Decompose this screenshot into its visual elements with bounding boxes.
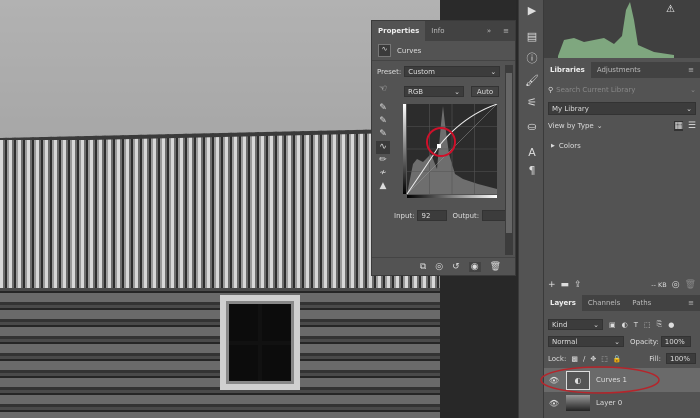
library-size: -- KB: [651, 281, 667, 289]
smart-object-filter-icon[interactable]: ⎘: [657, 320, 663, 329]
output-label: Output:: [452, 211, 480, 220]
histogram-chart: [558, 2, 674, 58]
filter-kind-select[interactable]: Kind ⌄: [548, 319, 603, 330]
grid-view-icon[interactable]: ▦: [674, 121, 683, 131]
tab-properties[interactable]: Properties: [372, 21, 426, 41]
play-icon[interactable]: ▶: [519, 4, 545, 17]
eye-icon[interactable]: 👁: [548, 399, 560, 408]
visibility-icon[interactable]: ◉: [468, 262, 481, 272]
right-panels: ⚠ Libraries Adjustments ≡ ⚲ Search Curre…: [540, 0, 700, 418]
target-adjust-icon[interactable]: ☜: [376, 83, 390, 96]
opacity-label: Opacity:: [630, 337, 659, 346]
library-search[interactable]: ⚲ Search Current Library ⌄: [548, 86, 696, 94]
curve-point-tool-icon[interactable]: ∿: [376, 141, 390, 154]
panel-menu-icon[interactable]: ≡: [682, 62, 700, 78]
brush-settings-icon[interactable]: ⚟: [519, 96, 545, 109]
upload-icon[interactable]: ⇪: [574, 280, 582, 290]
curves-icon: ∿: [378, 44, 391, 57]
lock-pixels-icon[interactable]: /: [583, 355, 585, 363]
opacity-field[interactable]: 100%: [660, 336, 691, 347]
input-label: Input:: [394, 211, 415, 220]
character-icon[interactable]: A: [519, 146, 545, 159]
histogram-panel: ⚠: [544, 0, 700, 58]
paragraph-icon[interactable]: ¶: [519, 164, 545, 177]
tab-adjustments[interactable]: Adjustments: [591, 62, 647, 78]
input-gradient: [407, 195, 497, 198]
pixel-filter-icon[interactable]: ▣: [609, 321, 616, 329]
reset-icon[interactable]: ↺: [452, 262, 460, 272]
black-eyedropper-icon[interactable]: ✎: [376, 102, 390, 115]
view-previous-icon[interactable]: ◎: [435, 262, 443, 272]
panel-menu-icon[interactable]: ≡: [682, 295, 700, 311]
preset-label: Preset:: [377, 67, 402, 76]
panel-menu-icon[interactable]: ≡: [497, 21, 515, 41]
auto-button[interactable]: Auto: [471, 86, 499, 97]
view-by-select[interactable]: View by Type: [548, 122, 594, 130]
warning-icon[interactable]: ⚠: [666, 4, 675, 15]
clone-source-icon[interactable]: ⛀: [519, 120, 545, 133]
output-field[interactable]: [482, 210, 507, 221]
expand-icon[interactable]: ▶: [551, 143, 555, 149]
panel-dock: ▶ ▤ ⓘ 🖌 ⚟ ⛀ A ¶: [518, 0, 544, 418]
curves-graph[interactable]: [403, 104, 499, 200]
channel-select[interactable]: RGB ⌄: [404, 86, 464, 97]
fill-label: Fill:: [649, 354, 661, 363]
colors-section[interactable]: Colors: [559, 142, 581, 150]
lock-position-icon[interactable]: ✥: [590, 355, 596, 363]
properties-panel: Properties Info » ≡ ∿ Curves Preset: Cus…: [371, 20, 516, 276]
tab-info[interactable]: Info: [425, 21, 450, 41]
tab-layers[interactable]: Layers: [544, 295, 582, 311]
type-filter-icon[interactable]: T: [634, 321, 638, 329]
shape-filter-icon[interactable]: ⬚: [644, 321, 651, 329]
preset-select[interactable]: Custom ⌄: [404, 66, 501, 77]
library-select[interactable]: My Library ⌄: [548, 102, 696, 115]
photo-window: [220, 295, 300, 390]
tab-channels[interactable]: Channels: [582, 295, 626, 311]
histogram-panel-icon[interactable]: ▤: [519, 30, 545, 43]
add-icon[interactable]: +: [548, 280, 556, 290]
output-gradient: [403, 104, 406, 194]
layer-thumbnail: [566, 395, 590, 411]
channel-value: RGB: [408, 88, 424, 96]
blend-value: Normal: [552, 338, 578, 346]
folder-icon[interactable]: ▬: [561, 280, 570, 290]
curve-point[interactable]: [437, 144, 441, 148]
panel-title: Curves: [397, 46, 422, 55]
search-input[interactable]: Search Current Library: [556, 86, 690, 94]
layer-name[interactable]: Layer 0: [596, 399, 622, 407]
panel-collapse-icon[interactable]: »: [481, 21, 497, 41]
highlight-ellipse: [540, 366, 660, 394]
filter-toggle-icon[interactable]: ●: [668, 321, 674, 329]
input-field[interactable]: 92: [417, 210, 448, 221]
smooth-icon[interactable]: ≁: [376, 167, 390, 180]
clip-to-layer-icon[interactable]: ⧉: [420, 262, 426, 272]
lock-transparency-icon[interactable]: ▩: [571, 355, 578, 363]
search-icon: ⚲: [548, 86, 554, 94]
layer-row[interactable]: 👁 Layer 0: [544, 393, 700, 413]
library-value: My Library: [552, 105, 589, 113]
filter-value: Kind: [552, 321, 568, 329]
preset-value: Custom: [408, 68, 436, 76]
list-view-icon[interactable]: ☰: [688, 121, 696, 131]
lock-artboard-icon[interactable]: ⬚: [601, 355, 608, 363]
white-eyedropper-icon[interactable]: ✎: [376, 128, 390, 141]
clipping-warning-icon[interactable]: ▲: [376, 180, 390, 193]
tab-paths[interactable]: Paths: [626, 295, 657, 311]
trash-icon[interactable]: 🗑: [490, 262, 501, 272]
blend-mode-select[interactable]: Normal ⌄: [548, 336, 624, 347]
fill-field[interactable]: 100%: [666, 353, 696, 364]
tab-libraries[interactable]: Libraries: [544, 62, 591, 78]
info-icon[interactable]: ⓘ: [519, 50, 545, 66]
lock-label: Lock:: [548, 354, 567, 363]
gray-eyedropper-icon[interactable]: ✎: [376, 115, 390, 128]
adjustment-filter-icon[interactable]: ◐: [622, 321, 628, 329]
brush-icon[interactable]: 🖌: [519, 74, 545, 87]
curve-tools: ☜ ✎ ✎ ✎ ∿ ✏ ≁ ▲: [376, 83, 390, 193]
sync-icon: ◎: [671, 280, 680, 290]
scrollbar[interactable]: [505, 65, 513, 255]
chevron-down-icon: ⌄: [490, 68, 497, 76]
lock-all-icon[interactable]: 🔒: [613, 355, 622, 363]
pencil-icon[interactable]: ✏: [376, 154, 390, 167]
trash-icon[interactable]: 🗑: [685, 280, 696, 290]
